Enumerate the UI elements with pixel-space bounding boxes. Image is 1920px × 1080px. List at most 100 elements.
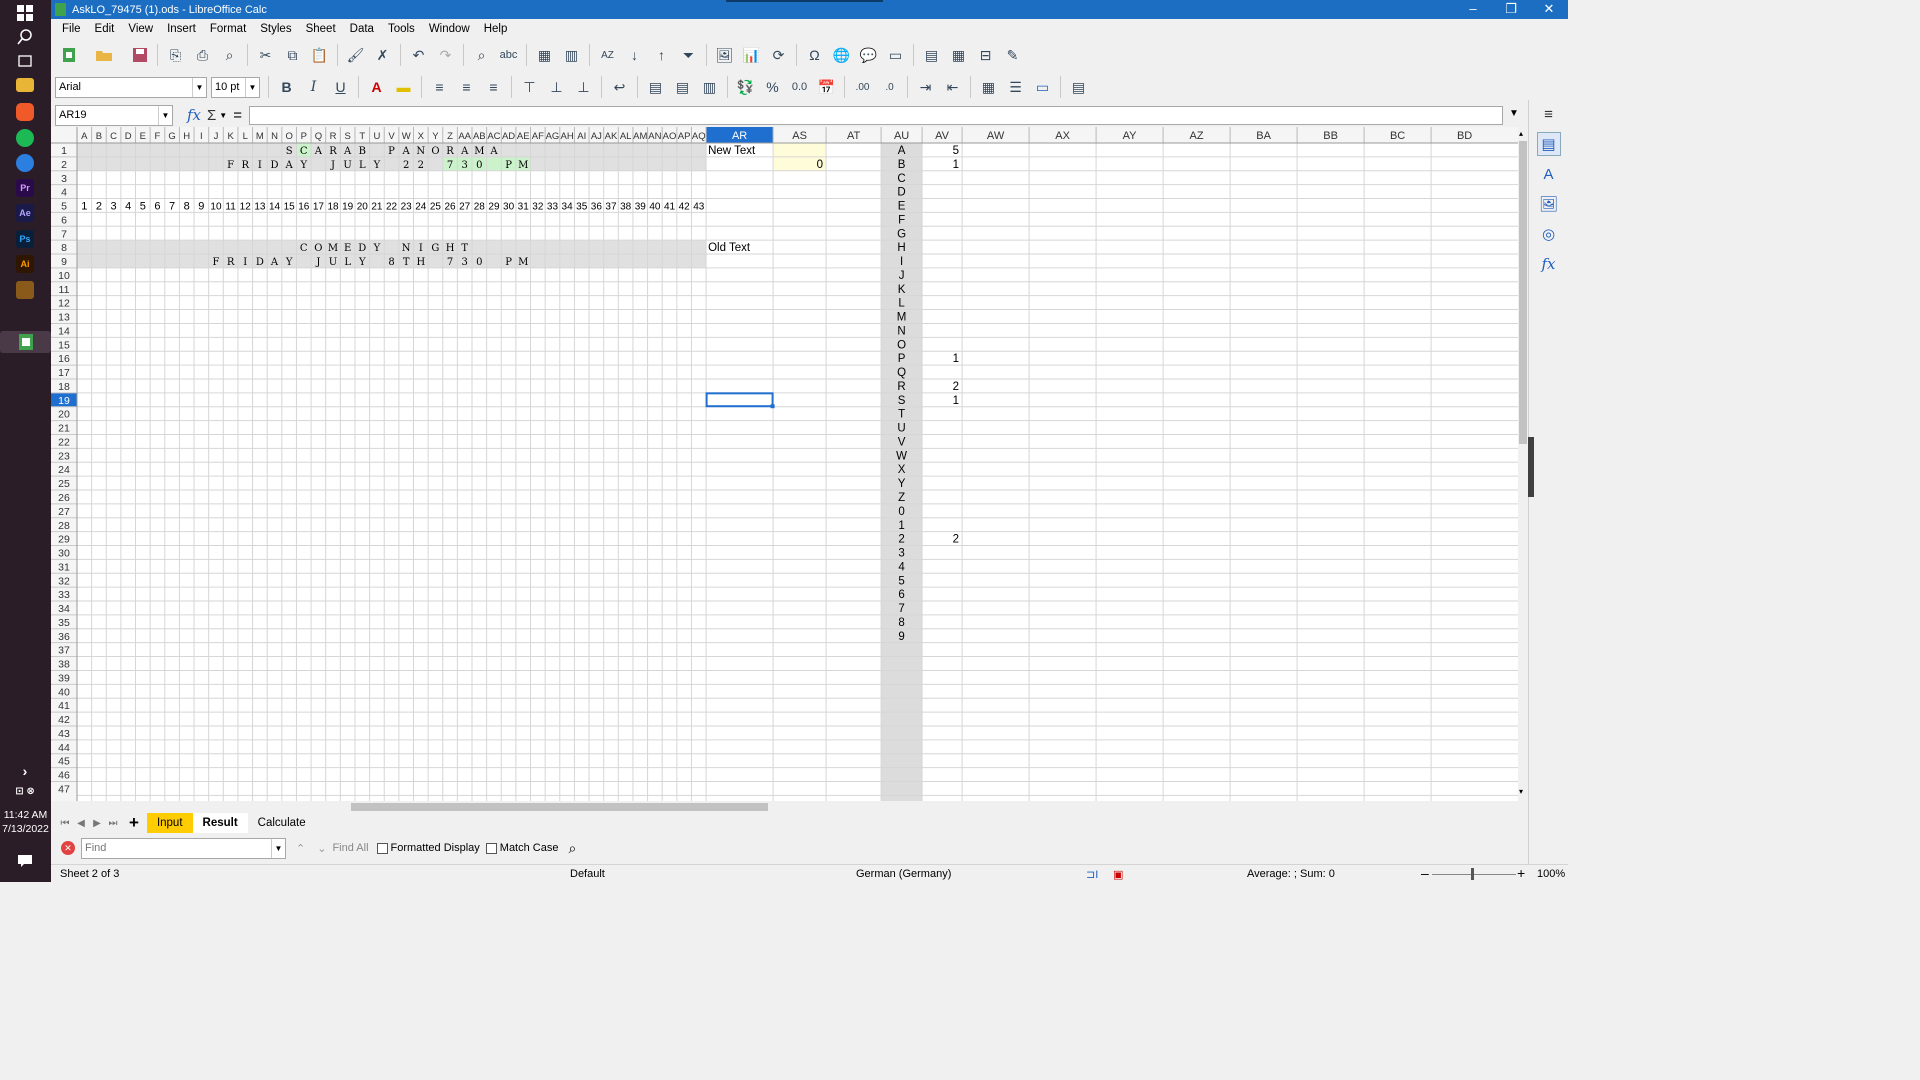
bold-icon[interactable]: B [275,75,299,99]
last-sheet-icon[interactable]: ⏭ [105,818,121,829]
conditional-format-icon[interactable]: ▤ [1067,75,1091,99]
tab-result[interactable]: Result [192,813,248,833]
freeze-rows-columns-icon[interactable]: ▦ [947,43,971,67]
language[interactable]: German (Germany) [856,868,951,880]
zoom-out-icon[interactable]: – [1421,865,1429,881]
delete-decimal-icon[interactable]: .0 [878,75,902,99]
menu-data[interactable]: Data [343,23,381,35]
navigator-icon[interactable]: ◎ [1537,222,1561,246]
align-center-icon[interactable]: ≡ [455,75,479,99]
first-sheet-icon[interactable]: ⏮ [57,818,73,829]
save-icon[interactable] [128,43,152,67]
currency-icon[interactable]: 💱 [734,75,758,99]
insert-chart-icon[interactable]: 📊 [740,43,764,67]
previous-sheet-icon[interactable]: ◀ [73,818,89,829]
file-explorer-icon[interactable] [16,78,34,92]
font-size-box[interactable]: 10 pt ▼ [211,76,260,98]
column-icon[interactable]: ▥ [560,43,584,67]
font-color-icon[interactable]: A [365,75,389,99]
zoom-level[interactable]: 100% [1537,868,1565,880]
sidebar-collapse-handle[interactable] [1528,437,1534,497]
chevron-down-icon[interactable]: ▼ [245,77,259,97]
number-format-icon[interactable]: 0.0 [788,75,812,99]
function-wizard-icon[interactable]: fx [187,106,201,124]
menu-window[interactable]: Window [422,23,477,35]
after-effects-icon[interactable]: Ae [16,204,34,222]
spotify-icon[interactable] [16,129,34,147]
comment-icon[interactable]: 💬 [857,43,881,67]
find-all-button[interactable]: Find All [332,842,368,854]
next-sheet-icon[interactable]: ▶ [89,818,105,829]
menu-styles[interactable]: Styles [253,23,298,35]
scroll-down-icon[interactable]: ▾ [1519,787,1527,797]
gallery-icon[interactable]: 🖼 [1537,192,1561,216]
print-icon[interactable]: ⎙ [191,43,215,67]
zoom-slider[interactable] [1432,874,1516,875]
undo-icon[interactable]: ↶ [407,43,431,67]
menu-insert[interactable]: Insert [160,23,203,35]
chevron-down-icon[interactable]: ▼ [192,77,206,97]
find-input[interactable]: Find ▼ [81,837,286,859]
align-left-icon[interactable]: ≡ [428,75,452,99]
find-previous-icon[interactable]: ⌃ [296,842,305,855]
formula-input[interactable] [249,106,1503,125]
zoom-slider-thumb[interactable] [1471,868,1474,880]
illustrator-icon[interactable]: Ai [16,255,34,273]
special-character-icon[interactable]: Ω [803,43,827,67]
tab-calculate[interactable]: Calculate [248,813,316,833]
show-draw-functions-icon[interactable]: ✎ [1001,43,1025,67]
autofilter-icon[interactable]: ⏷ [677,43,701,67]
spreadsheet-grid[interactable]: A B C D E F G H I J K L M N O P Q R S T U V W X Y Z AA AB AC AD AE AF AG… [51,127,1518,801]
document-modified-icon[interactable]: ▣ [1113,868,1123,881]
sort-icon[interactable]: AZ [596,43,620,67]
percent-icon[interactable]: % [761,75,785,99]
merge-cells-icon[interactable]: ▤ [671,75,695,99]
equals-icon[interactable]: = [233,107,242,124]
font-name-box[interactable]: Arial ▼ [55,76,207,98]
properties-icon[interactable]: ▤ [1536,132,1561,156]
page-style[interactable]: Default [570,868,605,880]
find-replace-icon[interactable]: ⌕ [470,43,494,67]
sort-descending-icon[interactable]: ↑ [650,43,674,67]
clear-formatting-icon[interactable]: ✗ [371,43,395,67]
expand-formula-icon[interactable]: ▼ [1509,108,1519,119]
close-icon[interactable]: ✕ [1529,0,1569,19]
wrap-text-icon[interactable]: ↩ [608,75,632,99]
pivot-table-icon[interactable]: ⟳ [767,43,791,67]
scroll-up-icon[interactable]: ▴ [1519,129,1527,139]
align-bottom-icon[interactable]: ⊥ [572,75,596,99]
decrease-indent-icon[interactable]: ⇤ [941,75,965,99]
search-icon[interactable] [13,26,37,48]
open-folder-icon[interactable] [92,43,116,67]
menu-tools[interactable]: Tools [381,23,422,35]
paste-icon[interactable]: 📋 [308,43,332,67]
tab-input[interactable]: Input [146,813,193,833]
row-icon[interactable]: ▦ [533,43,557,67]
menu-help[interactable]: Help [477,23,515,35]
fill-handle[interactable] [770,404,775,409]
formatted-display-checkbox[interactable] [376,842,388,854]
cut-icon[interactable]: ✂ [254,43,278,67]
add-sheet-icon[interactable]: + [129,813,139,833]
menu-edit[interactable]: Edit [88,23,122,35]
task-view-icon[interactable] [13,50,37,72]
define-print-area-icon[interactable]: ▤ [920,43,944,67]
horizontal-scroll-thumb[interactable] [351,803,768,811]
photoshop-icon[interactable]: Ps [16,230,34,248]
hyperlink-icon[interactable]: 🌐 [830,43,854,67]
menu-sheet[interactable]: Sheet [299,23,343,35]
chevron-down-icon[interactable]: ▼ [158,105,172,125]
align-right-icon[interactable]: ≡ [482,75,506,99]
highlight-color-icon[interactable]: ▬ [392,75,416,99]
new-document-icon[interactable] [57,43,81,67]
border-style-icon[interactable]: ☰ [1004,75,1028,99]
name-box[interactable]: AR19 ▼ [55,104,173,126]
functions-icon[interactable]: fx [1537,252,1561,276]
vertical-scrollbar[interactable]: ▴ ▾ [1518,127,1528,801]
find-replace-dialog-icon[interactable]: ⌕ [568,840,576,857]
increase-indent-icon[interactable]: ⇥ [914,75,938,99]
clone-formatting-icon[interactable]: 🖌 [344,43,368,67]
chevron-down-icon[interactable]: ▼ [219,111,227,120]
libreoffice-calc-taskbar-icon[interactable] [0,331,51,353]
selected-cell-cursor[interactable] [705,392,774,408]
